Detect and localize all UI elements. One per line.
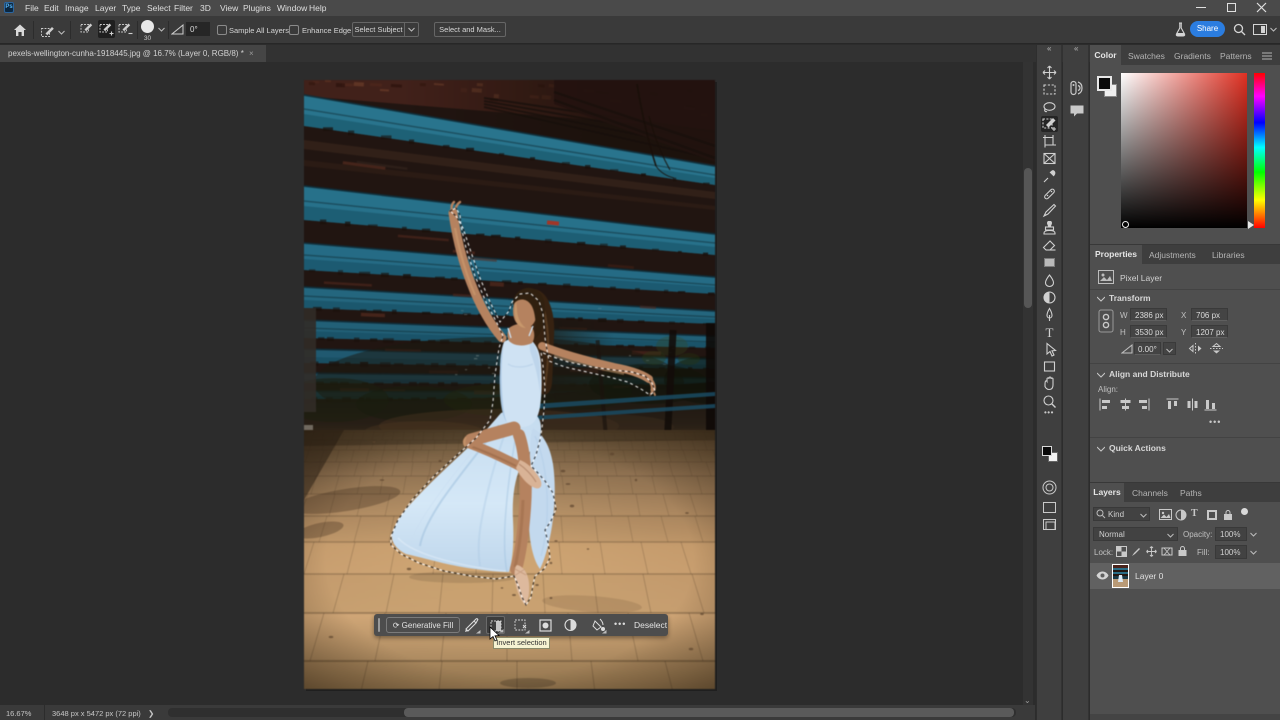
svg-text:T: T <box>1046 325 1054 340</box>
